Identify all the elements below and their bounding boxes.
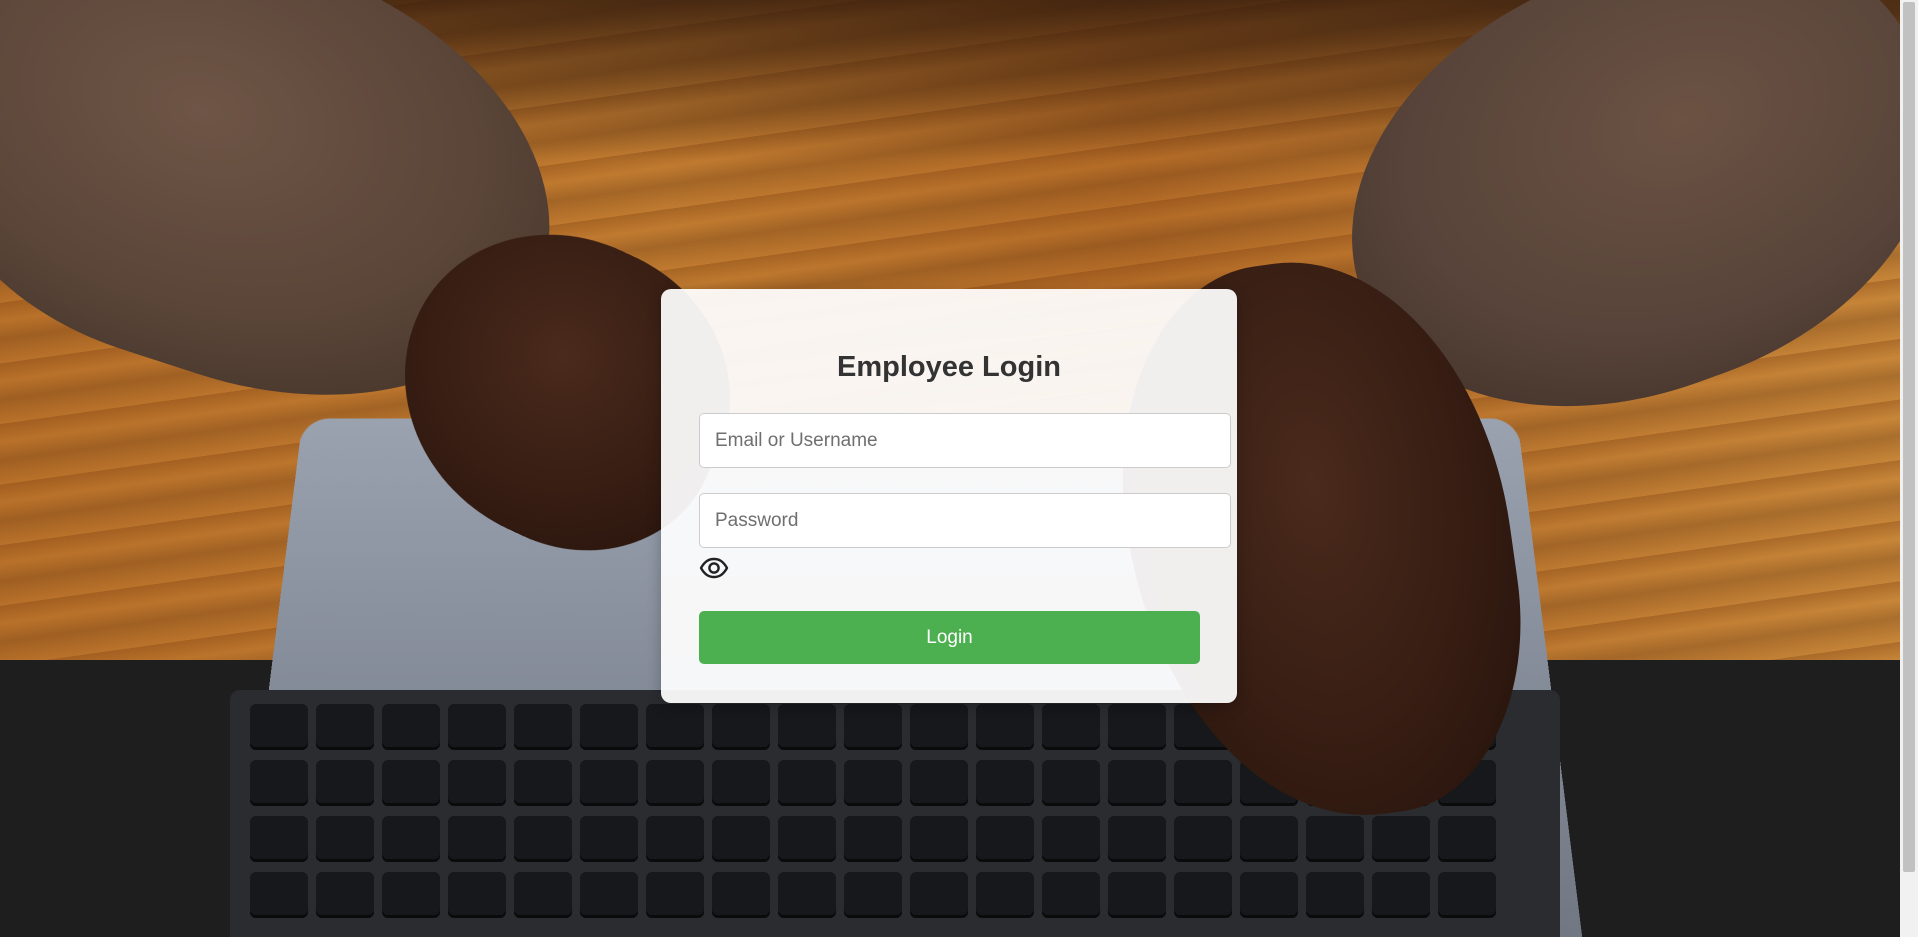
- vertical-scrollbar[interactable]: [1900, 0, 1918, 937]
- login-card: Employee Login Login: [661, 289, 1237, 703]
- login-button[interactable]: Login: [699, 611, 1200, 664]
- scrollbar-thumb[interactable]: [1903, 2, 1915, 872]
- keyboard-row: [250, 816, 1496, 862]
- eye-icon-graphic: [699, 553, 729, 583]
- password-input[interactable]: [699, 493, 1231, 548]
- eye-icon[interactable]: [699, 553, 729, 583]
- keyboard-row: [250, 872, 1496, 918]
- username-input[interactable]: [699, 413, 1231, 468]
- page-title: Employee Login: [699, 349, 1199, 385]
